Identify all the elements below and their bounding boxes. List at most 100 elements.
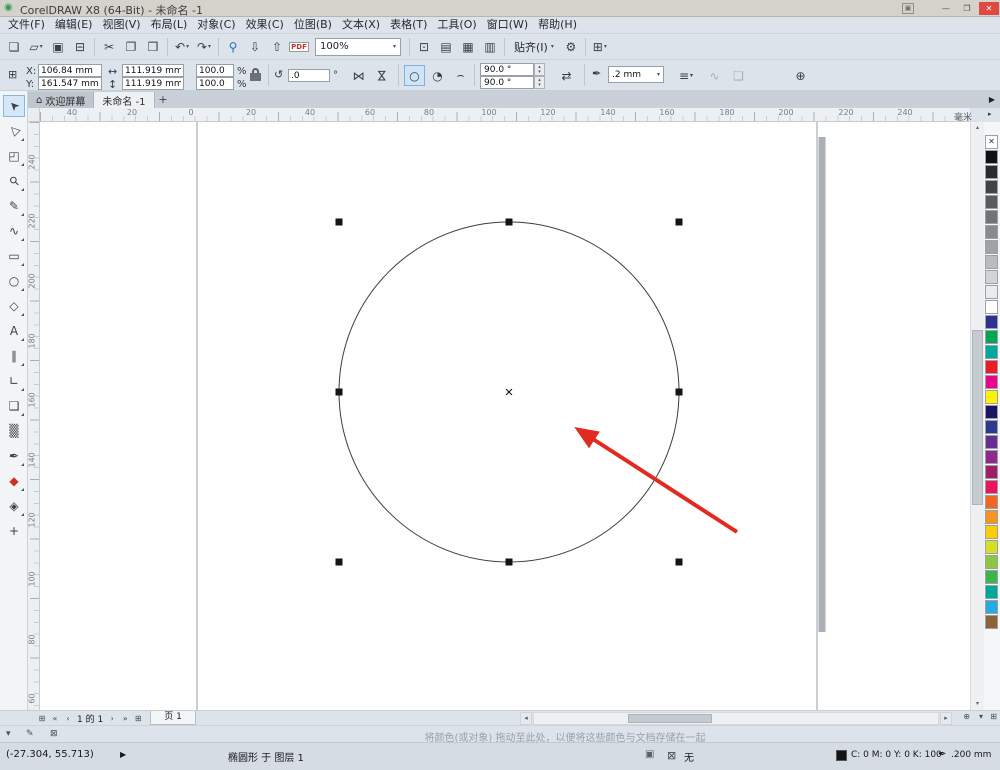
selection-handle-4[interactable]	[335, 388, 343, 396]
menu-item-c[interactable]: 对象(C)	[192, 17, 240, 33]
palette-options-icon[interactable]: ⊞	[990, 712, 997, 721]
fill-none-icon[interactable]: ⊠	[667, 749, 676, 762]
start-angle-arrows[interactable]: ▴ ▾	[534, 63, 545, 76]
color-swatch-green[interactable]	[985, 330, 998, 344]
end-angle-spinner[interactable]: 90.0 °	[480, 76, 534, 89]
end-angle-arrows[interactable]: ▴ ▾	[534, 76, 545, 89]
menu-item-o[interactable]: 工具(O)	[432, 17, 481, 33]
color-swatch-plum[interactable]	[985, 465, 998, 479]
color-swatch-deep-navy[interactable]	[985, 405, 998, 419]
color-swatch-turquoise[interactable]	[985, 345, 998, 359]
tab-welcome-screen[interactable]: ⌂ 欢迎屏幕	[28, 92, 95, 108]
menu-item-e[interactable]: 编辑(E)	[50, 17, 98, 33]
snap-to-select[interactable]: 贴齐(I) ▾	[508, 37, 560, 57]
color-swatch-brown[interactable]	[985, 615, 998, 629]
color-swatch-white[interactable]	[985, 300, 998, 314]
menu-item-v[interactable]: 视图(V)	[97, 17, 145, 33]
zoom-tool[interactable]: ⚲	[3, 170, 25, 192]
search-content-icon[interactable]: ⚲	[222, 36, 244, 58]
color-swatch-royal-blue[interactable]	[985, 420, 998, 434]
rectangle-tool[interactable]: ▭	[3, 245, 25, 267]
palette-scroll-down-icon[interactable]: ▾	[979, 712, 983, 721]
new-document-tab-button[interactable]: +	[155, 92, 172, 108]
copy-icon[interactable]: ❐	[120, 36, 142, 58]
freehand-tool[interactable]: ✎	[3, 195, 25, 217]
last-page-icon[interactable]: »	[119, 714, 131, 723]
show-guidelines-icon[interactable]: ▥	[479, 36, 501, 58]
add-page-icon[interactable]: ⊞	[36, 714, 48, 723]
print-icon[interactable]: ⊟	[69, 36, 91, 58]
ruler-flyout-icon[interactable]: ▸	[988, 110, 992, 118]
lock-ratio-button[interactable]	[250, 68, 262, 82]
menu-item-f[interactable]: 文件(F)	[3, 17, 50, 33]
selection-handle-2[interactable]	[505, 218, 513, 226]
fullscreen-preview-icon[interactable]: ⊡	[413, 36, 435, 58]
color-swatch-20-black[interactable]	[985, 270, 998, 284]
page-1-tab[interactable]: 页 1	[150, 711, 196, 725]
menu-item-l[interactable]: 布局(L)	[146, 17, 193, 33]
convert-to-curve-button[interactable]: ∿	[704, 65, 725, 86]
color-swatch-sky-blue[interactable]	[985, 600, 998, 614]
selection-handle-1[interactable]	[335, 218, 343, 226]
color-swatch-40-black[interactable]	[985, 240, 998, 254]
scroll-up-icon[interactable]: ▴	[971, 122, 984, 134]
change-direction-button[interactable]: ⇄	[556, 65, 577, 86]
more-tools[interactable]: +	[3, 520, 25, 542]
ellipse-tool[interactable]: ○	[3, 270, 25, 292]
object-y-input[interactable]	[38, 77, 102, 90]
add-page-icon-end[interactable]: ⊞	[132, 714, 144, 723]
menu-item-x[interactable]: 文本(X)	[337, 17, 385, 33]
palette-edit-icon[interactable]: ✎	[26, 729, 34, 739]
selection-handle-5[interactable]	[675, 388, 683, 396]
vertical-scrollbar-thumb[interactable]	[972, 330, 983, 505]
paste-icon[interactable]: ❒	[142, 36, 164, 58]
crop-tool[interactable]: ◰	[3, 145, 25, 167]
color-swatch-no-color[interactable]: ✕	[985, 135, 998, 149]
tab-document[interactable]: 未命名 -1	[94, 92, 155, 108]
color-swatch-30-black[interactable]	[985, 255, 998, 269]
tray-icon[interactable]: ▣	[902, 3, 914, 14]
menu-item-w[interactable]: 窗口(W)	[482, 17, 533, 33]
new-document-icon[interactable]: ❏	[3, 36, 25, 58]
object-width-input[interactable]	[122, 64, 184, 77]
status-flyout-icon[interactable]: ▶	[120, 750, 126, 759]
menu-item-h[interactable]: 帮助(H)	[533, 17, 582, 33]
object-height-input[interactable]	[122, 77, 184, 90]
import-icon[interactable]: ⇩	[244, 36, 266, 58]
text-wrap-button[interactable]: ≡ ▾	[672, 65, 700, 86]
color-swatch-gold[interactable]	[985, 525, 998, 539]
scroll-left-icon[interactable]: ◂	[520, 712, 532, 725]
options-gear-icon[interactable]: ⚙	[560, 36, 582, 58]
position-docker-button[interactable]: ❑	[728, 65, 749, 86]
color-swatch-kelly-green[interactable]	[985, 570, 998, 584]
transparency-tool[interactable]: ▒	[3, 420, 25, 442]
text-tool[interactable]: A	[3, 320, 25, 342]
app-launcher-icon[interactable]: ⊞ ▾	[589, 36, 611, 58]
scale-width-input[interactable]	[196, 64, 234, 77]
ruler-origin[interactable]	[28, 108, 40, 122]
color-swatch-10-black[interactable]	[985, 285, 998, 299]
color-swatch-50-black[interactable]	[985, 225, 998, 239]
arc-mode-button[interactable]: ⌢	[450, 65, 471, 86]
parallel-dimension-tool[interactable]: ∥	[3, 345, 25, 367]
palette-flyout-icon[interactable]: ▾	[6, 729, 11, 739]
menu-item-c[interactable]: 效果(C)	[241, 17, 289, 33]
scroll-right-icon[interactable]: ▸	[940, 712, 952, 725]
menu-item-t[interactable]: 表格(T)	[385, 17, 432, 33]
scroll-down-icon[interactable]: ▾	[971, 698, 984, 710]
mirror-vertical-button[interactable]: ⋈	[372, 65, 393, 86]
redo-icon[interactable]: ↷ ▾	[193, 36, 215, 58]
zoom-level-select[interactable]: 100% ▾	[315, 37, 401, 56]
pick-tool[interactable]: ➤	[3, 95, 25, 117]
object-x-input[interactable]	[38, 64, 102, 77]
selection-handle-3[interactable]	[675, 218, 683, 226]
color-swatch-violet[interactable]	[985, 450, 998, 464]
mirror-horizontal-button[interactable]: ⋈	[348, 65, 369, 86]
connector-tool[interactable]: ∟	[3, 370, 25, 392]
color-swatch-magenta[interactable]	[985, 375, 998, 389]
smart-fill-tool[interactable]: ◈	[3, 495, 25, 517]
horizontal-scrollbar[interactable]	[533, 712, 939, 725]
export-icon[interactable]: ⇧	[266, 36, 288, 58]
show-grid-icon[interactable]: ▦	[457, 36, 479, 58]
first-page-icon[interactable]: «	[49, 714, 61, 723]
